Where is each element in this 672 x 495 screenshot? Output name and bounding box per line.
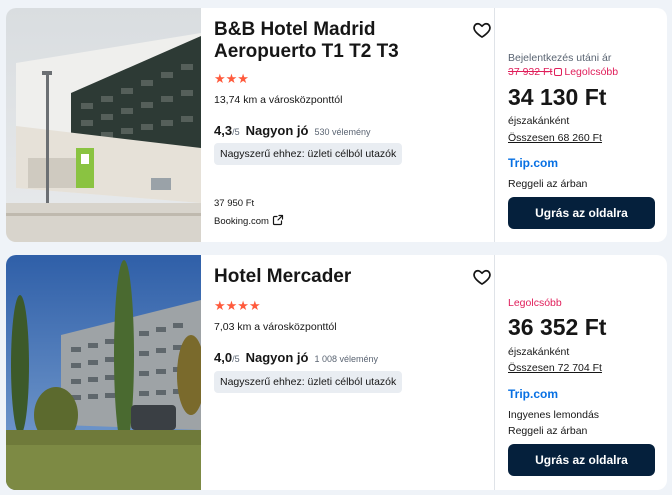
traveller-tag: Nagyszerű ehhez: üzleti célból utazók — [214, 371, 403, 393]
lowest-badge: Legolcsóbb — [508, 297, 562, 309]
price-panel: Legolcsóbb 36 352 Ft éjszakánként Összes… — [508, 255, 658, 490]
hotel-card[interactable]: Hotel Mercader ★★★★ 7,03 km a városközpo… — [6, 255, 667, 490]
main-price: 34 130 Ft — [508, 84, 607, 110]
rating-out-of: /5 — [232, 127, 240, 137]
traveller-tag: Nagyszerű ehhez: üzleti célból utazók — [214, 143, 403, 165]
heart-outline-icon[interactable] — [472, 20, 492, 40]
alt-provider-name[interactable]: Booking.com — [214, 216, 269, 227]
review-rating: 4,3/5 Nagyon jó 530 vélemény — [214, 123, 370, 138]
rating-score: 4,0 — [214, 350, 233, 365]
external-link-icon[interactable] — [272, 214, 284, 229]
review-count: 1 008 vélemény — [314, 354, 378, 364]
old-price: 37 932 Ft — [508, 66, 553, 78]
rating-out-of: /5 — [232, 354, 240, 364]
rating-label: Nagyon jó — [245, 123, 309, 138]
star-rating: ★★★ — [214, 71, 249, 86]
heart-outline-icon[interactable] — [472, 267, 492, 287]
per-night-label: éjszakánként — [508, 346, 570, 358]
perk-note: Ingyenes lemondás — [508, 409, 600, 421]
provider-name[interactable]: Trip.com — [508, 156, 558, 170]
total-price[interactable]: Összesen 68 260 Ft — [508, 132, 602, 144]
rating-score: 4,3 — [214, 123, 233, 138]
distance-text: 13,74 km a városközponttól — [214, 94, 343, 106]
hotel-name[interactable]: Hotel Mercader — [214, 266, 454, 288]
perk-note: Reggeli az árban — [508, 425, 588, 437]
main-price: 36 352 Ft — [508, 314, 607, 340]
lowest-badge: Legolcsóbb — [564, 66, 619, 78]
price-label: Bejelentkezés utáni ár — [508, 52, 612, 64]
rating-label: Nagyon jó — [245, 350, 309, 365]
provider-name[interactable]: Trip.com — [508, 387, 558, 401]
go-to-site-button[interactable]: Ugrás az oldalra — [508, 444, 655, 476]
hotel-photo[interactable] — [6, 255, 201, 490]
alt-price: 37 950 Ft — [214, 198, 255, 209]
alt-provider-link[interactable]: Booking.com — [214, 214, 284, 229]
review-rating: 4,0/5 Nagyon jó 1 008 vélemény — [214, 350, 378, 365]
perk-note: Reggeli az árban — [508, 178, 588, 190]
hotel-photo[interactable] — [6, 8, 201, 242]
price-panel: Bejelentkezés utáni ár 37 932 Ft Legolcsó… — [508, 8, 658, 242]
total-price[interactable]: Összesen 72 704 Ft — [508, 362, 602, 374]
per-night-label: éjszakánként — [508, 115, 570, 127]
card-divider — [494, 255, 495, 490]
card-divider — [494, 8, 495, 242]
hotel-name[interactable]: B&B Hotel Madrid Aeropuerto T1 T2 T3 — [214, 19, 454, 63]
distance-text: 7,03 km a városközponttól — [214, 321, 337, 333]
old-price-row: 37 932 Ft Legolcsóbb — [508, 66, 618, 78]
hotel-card[interactable]: B&B Hotel Madrid Aeropuerto T1 T2 T3 ★★★… — [6, 8, 667, 242]
star-rating: ★★★★ — [214, 298, 261, 313]
review-count: 530 vélemény — [314, 127, 371, 137]
deal-checkbox-icon — [554, 68, 563, 76]
go-to-site-button[interactable]: Ugrás az oldalra — [508, 197, 655, 229]
